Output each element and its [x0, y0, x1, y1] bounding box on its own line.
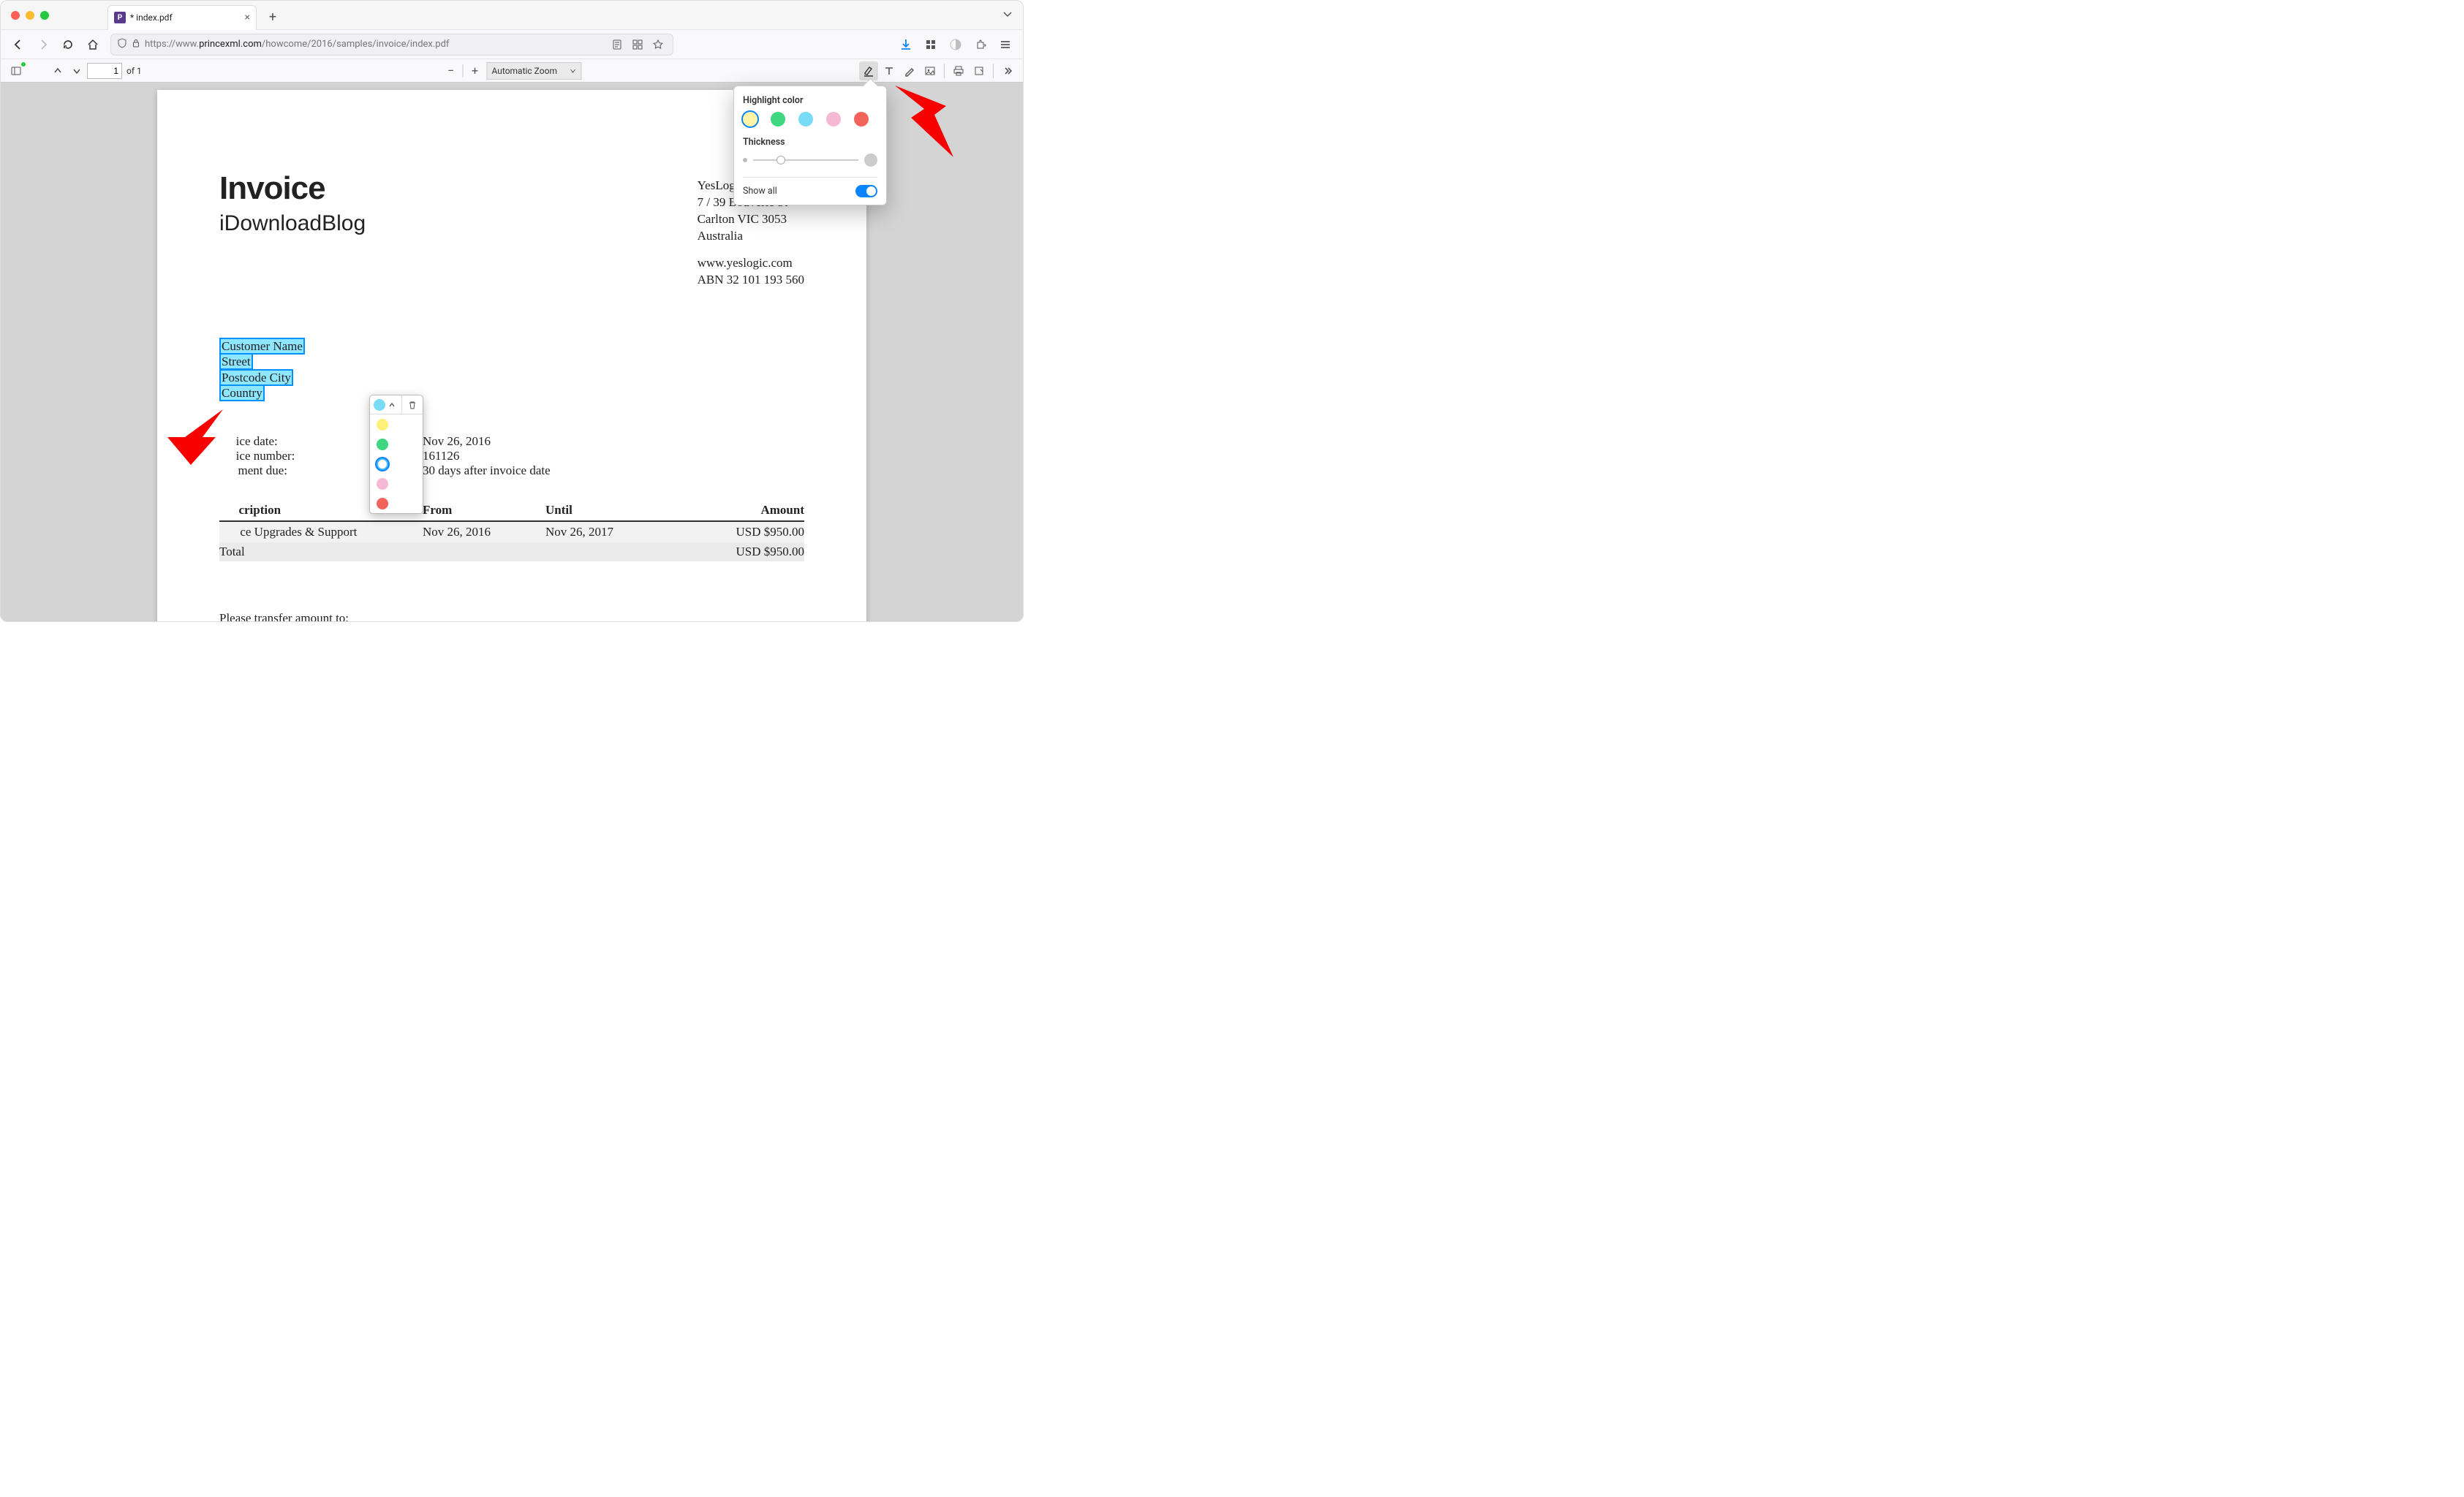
lock-icon[interactable]	[132, 39, 140, 50]
color-option-blue[interactable]	[370, 454, 423, 474]
draw-tool-button[interactable]	[900, 61, 919, 80]
browser-right-toolbar	[896, 34, 1016, 55]
page-count-label: of 1	[126, 66, 142, 76]
pdf-sidebar-toggle[interactable]	[7, 61, 26, 80]
swatch-green[interactable]	[771, 112, 785, 126]
current-color-dropdown[interactable]	[370, 395, 402, 414]
tabs-dropdown-button[interactable]	[1002, 8, 1013, 22]
highlight-settings-popup[interactable]: Highlight color Thickness Show all	[733, 86, 887, 205]
back-button[interactable]	[8, 34, 29, 55]
show-all-label: Show all	[743, 186, 777, 197]
highlight-country[interactable]: Country	[219, 384, 265, 401]
browser-window: P * index.pdf × + https://www.princexml.…	[0, 0, 1024, 622]
qr-code-icon[interactable]	[629, 36, 646, 53]
extensions-button[interactable]	[970, 34, 991, 55]
swatch-pink[interactable]	[826, 112, 841, 126]
window-controls	[11, 11, 49, 20]
maximize-window-button[interactable]	[40, 11, 49, 20]
prev-page-button[interactable]	[49, 62, 67, 80]
browser-tab[interactable]: P * index.pdf ×	[107, 5, 257, 30]
save-button[interactable]	[970, 61, 989, 80]
highlight-inline-chooser[interactable]	[369, 395, 423, 514]
print-button[interactable]	[949, 61, 968, 80]
next-page-button[interactable]	[68, 62, 86, 80]
tab-close-button[interactable]: ×	[245, 12, 250, 23]
color-option-pink[interactable]	[370, 474, 423, 493]
current-color-swatch	[374, 399, 385, 411]
minimize-window-button[interactable]	[26, 11, 34, 20]
swatch-yellow[interactable]	[743, 112, 757, 126]
show-all-toggle[interactable]	[855, 185, 877, 197]
reader-mode-icon[interactable]	[608, 36, 626, 53]
delete-highlight-button[interactable]	[402, 395, 423, 414]
app-menu-button[interactable]	[995, 34, 1016, 55]
swatch-red[interactable]	[854, 112, 869, 126]
forward-button[interactable]	[33, 34, 53, 55]
bookmark-star-icon[interactable]	[649, 36, 667, 53]
color-option-green[interactable]	[370, 434, 423, 454]
transfer-instruction: Please transfer amount to:	[219, 611, 804, 621]
highlight-tool-button[interactable]	[859, 61, 878, 80]
image-tool-button[interactable]	[921, 61, 940, 80]
color-option-red[interactable]	[370, 493, 423, 513]
text-tool-button[interactable]	[880, 61, 899, 80]
downloads-button[interactable]	[896, 34, 916, 55]
reload-button[interactable]	[58, 34, 78, 55]
swatch-blue[interactable]	[798, 112, 813, 126]
thickness-slider[interactable]	[743, 154, 877, 167]
home-button[interactable]	[83, 34, 103, 55]
titlebar: P * index.pdf × +	[1, 1, 1023, 30]
thickness-min-icon	[743, 158, 747, 162]
url-text: https://www.princexml.com/howcome/2016/s…	[145, 39, 449, 50]
highlight-street[interactable]: Street	[219, 353, 253, 370]
highlight-customer-name[interactable]: Customer Name	[219, 338, 305, 355]
invoice-meta: Invice date:Nov 26, 2016 Invice number:1…	[219, 434, 804, 478]
url-actions	[608, 36, 667, 53]
page-number-input[interactable]	[87, 63, 122, 79]
zoom-in-button[interactable]: +	[466, 62, 484, 80]
customer-block-highlighted[interactable]: Customer Name Street Postcode City Count…	[219, 338, 804, 401]
new-tab-button[interactable]: +	[262, 7, 283, 28]
tab-favicon: P	[114, 12, 126, 23]
color-option-yellow[interactable]	[370, 414, 423, 434]
highlight-postcode-city[interactable]: Postcode City	[219, 369, 293, 386]
swatch-row	[743, 112, 877, 126]
thickness-label: Thickness	[743, 137, 877, 148]
more-tools-button[interactable]	[998, 61, 1017, 80]
tab-title: * index.pdf	[130, 12, 241, 23]
navigation-toolbar: https://www.princexml.com/howcome/2016/s…	[1, 30, 1023, 59]
url-bar[interactable]: https://www.princexml.com/howcome/2016/s…	[110, 34, 673, 56]
zoom-select[interactable]: Automatic Zoom	[487, 62, 582, 80]
account-button[interactable]	[921, 34, 941, 55]
shield-icon[interactable]	[117, 38, 127, 51]
invoice-line-items: Description From Until Amount Prince Upg…	[219, 503, 804, 561]
highlight-color-label: Highlight color	[743, 95, 877, 106]
thickness-max-icon	[864, 154, 877, 167]
close-window-button[interactable]	[11, 11, 20, 20]
zoom-out-button[interactable]: −	[442, 62, 460, 80]
pocket-button[interactable]	[945, 34, 966, 55]
